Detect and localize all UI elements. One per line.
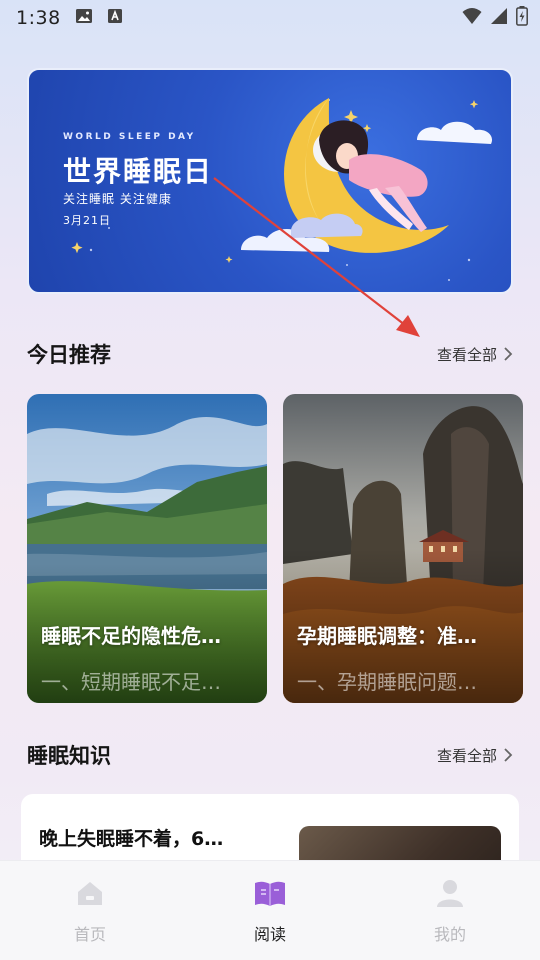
font-icon xyxy=(107,7,123,29)
today-section-title: 今日推荐 xyxy=(27,343,111,367)
banner-caption: WORLD SLEEP DAY xyxy=(63,132,196,142)
knowledge-article-title: 晚上失眠睡不着，6… xyxy=(39,828,224,850)
knowledge-see-all-label: 查看全部 xyxy=(436,746,497,765)
banner-title: 世界睡眠日 xyxy=(63,155,214,188)
nav-home[interactable]: 首页 xyxy=(0,861,180,960)
knowledge-see-all-button[interactable]: 查看全部 xyxy=(437,745,513,766)
bottom-nav: 首页 阅读 我的 xyxy=(0,860,540,960)
today-see-all-label: 查看全部 xyxy=(436,345,497,364)
chevron-right-icon xyxy=(503,747,513,763)
nav-mine-label: 我的 xyxy=(433,925,466,944)
chevron-right-icon xyxy=(503,346,513,362)
user-icon xyxy=(434,877,466,913)
nav-read-label: 阅读 xyxy=(253,925,286,944)
world-sleep-day-banner[interactable]: WORLD SLEEP DAY 世界睡眠日 关注睡眠 关注健康 3月21日 xyxy=(27,68,513,294)
banner-date: 3月21日 xyxy=(63,214,111,227)
today-section-header: 今日推荐 查看全部 xyxy=(27,339,513,369)
home-icon xyxy=(74,877,106,913)
wifi-icon xyxy=(462,7,482,30)
nav-read[interactable]: 阅读 xyxy=(180,861,360,960)
card-1-desc: 一、短期睡眠不足… xyxy=(41,670,221,694)
card-2-title: 孕期睡眠调整：准… xyxy=(297,624,477,648)
card-2-desc: 一、孕期睡眠问题… xyxy=(297,670,477,694)
signal-icon xyxy=(490,7,508,30)
today-see-all-button[interactable]: 查看全部 xyxy=(437,344,513,365)
knowledge-section-header: 睡眠知识 查看全部 xyxy=(27,740,513,770)
status-time: 1:38 xyxy=(16,7,61,29)
nav-mine[interactable]: 我的 xyxy=(360,861,540,960)
gallery-icon xyxy=(75,7,93,29)
recommend-card-1[interactable]: 睡眠不足的隐性危… 一、短期睡眠不足… xyxy=(27,394,267,703)
battery-icon xyxy=(516,6,528,31)
status-bar: 1:38 xyxy=(0,0,540,36)
book-icon xyxy=(253,877,287,913)
banner-subtitle: 关注睡眠 关注健康 xyxy=(63,192,172,206)
card-1-image xyxy=(27,394,267,703)
nav-home-label: 首页 xyxy=(73,925,106,944)
recommend-card-2[interactable]: 孕期睡眠调整：准… 一、孕期睡眠问题… xyxy=(283,394,523,703)
card-2-image xyxy=(283,394,523,703)
knowledge-section-title: 睡眠知识 xyxy=(27,744,111,768)
card-1-title: 睡眠不足的隐性危… xyxy=(41,624,221,648)
